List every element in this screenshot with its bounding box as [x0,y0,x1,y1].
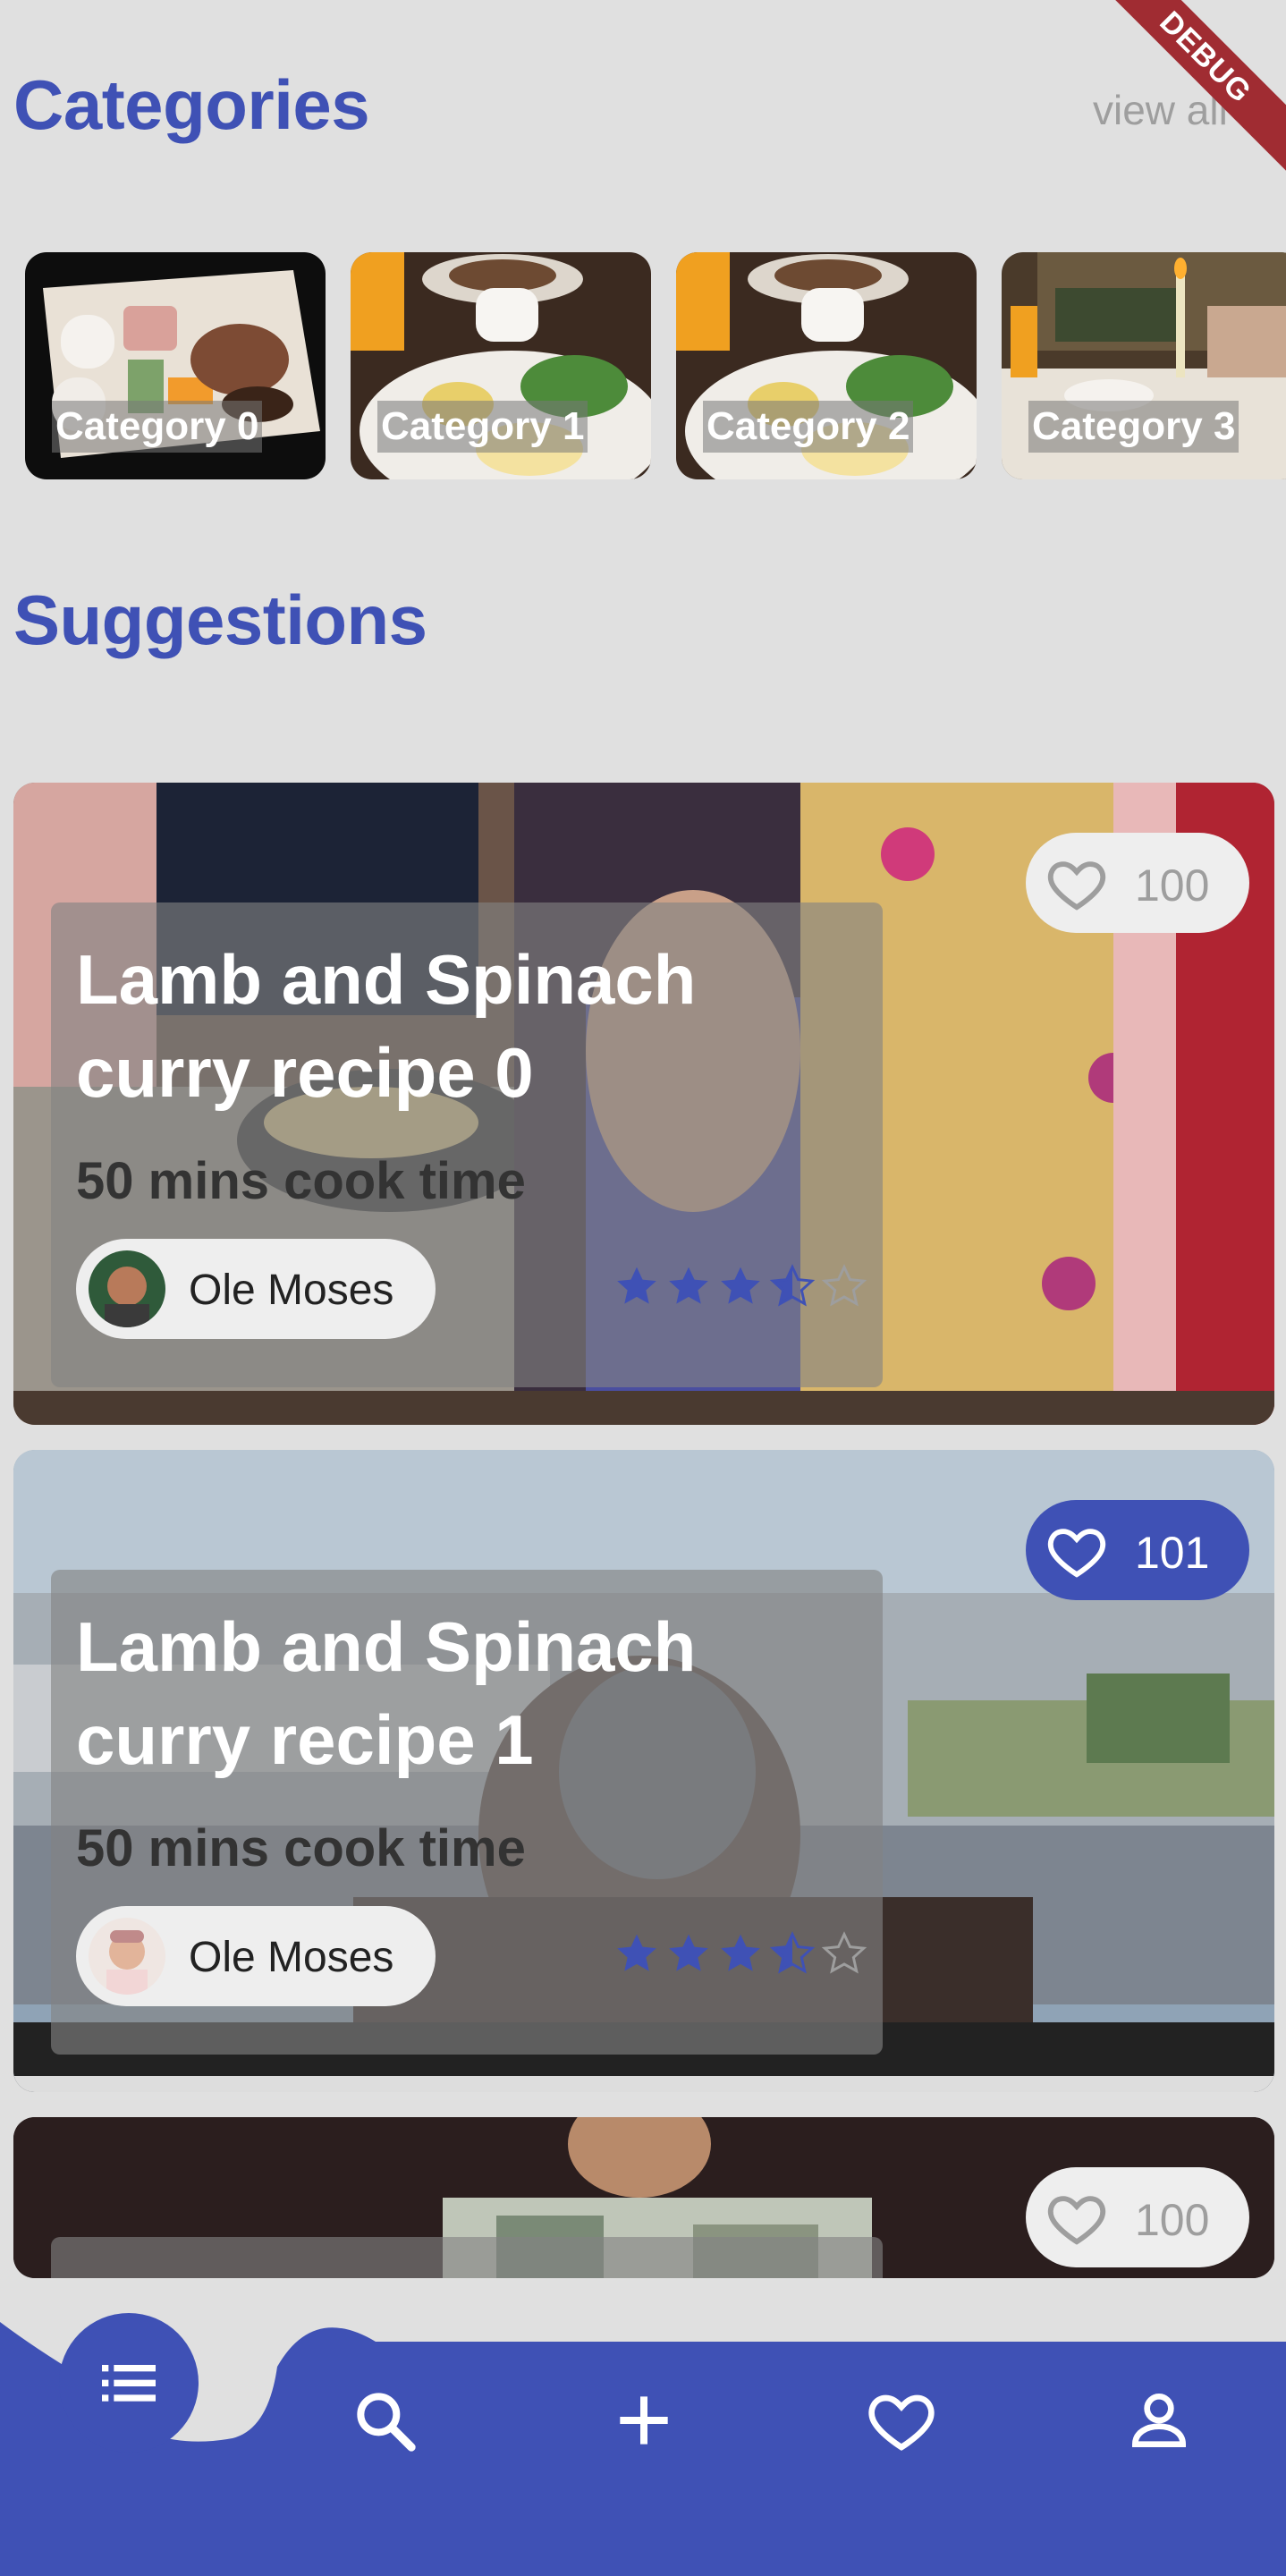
like-count: 100 [1135,2195,1210,2245]
star-half-icon [769,1264,816,1307]
category-label: Category 0 [52,401,263,453]
heart-outline-icon [1047,861,1106,911]
bottom-navigation [0,2277,1286,2576]
author-name: Ole Moses [189,1934,394,1981]
like-button[interactable]: 101 [1026,1500,1249,1600]
avatar-image [89,1250,165,1327]
recipe-title: Lamb and Spinach curry recipe 0 [76,940,697,1112]
category-label: Category 3 [1028,401,1239,453]
recipe-info-panel: Lamb and Spinach curry recipe 0 50 mins … [51,902,883,1387]
category-card[interactable]: Category 3 [1002,252,1286,479]
like-button[interactable]: 100 [1026,833,1249,933]
like-count: 100 [1135,860,1210,911]
nav-list-button[interactable] [59,2313,199,2453]
avatar-image [89,1918,165,1995]
author-chip[interactable]: Ole Moses [76,1239,436,1339]
cook-time: 50 mins cook time [76,1152,526,1210]
category-carousel[interactable]: Category 0 Category 1 Category 2 Categor… [25,252,1286,479]
cook-time: 50 mins cook time [76,1819,526,1877]
heart-icon[interactable] [866,2385,937,2456]
add-icon[interactable] [608,2385,680,2456]
recipe-card[interactable]: 100 Lamb and Spinach curry recipe 0 50 m… [13,783,1274,1425]
recipe-card[interactable]: 101 Lamb and Spinach curry recipe 1 50 m… [13,1450,1274,2092]
star-filled-icon [721,1934,760,1971]
suggestions-title: Suggestions [13,580,427,659]
star-half-icon [769,1931,816,1974]
star-filled-icon [617,1267,656,1304]
recipe-card[interactable]: 100 [13,2117,1274,2278]
avatar [89,1918,165,1995]
view-all-link[interactable]: view all [1093,86,1228,134]
star-filled-icon [721,1267,760,1304]
category-card[interactable]: Category 0 [25,252,326,479]
categories-title: Categories [13,65,370,144]
like-count: 101 [1135,1528,1210,1578]
category-card[interactable]: Category 1 [351,252,651,479]
avatar [89,1250,165,1327]
author-name: Ole Moses [189,1267,394,1314]
search-icon[interactable] [349,2385,420,2456]
star-empty-icon [821,1931,867,1974]
heart-outline-icon [1047,1529,1106,1578]
category-label: Category 1 [377,401,588,453]
author-chip[interactable]: Ole Moses [76,1906,436,2006]
category-label: Category 2 [703,401,914,453]
star-filled-icon [669,1267,708,1304]
star-filled-icon [669,1934,708,1971]
like-button[interactable]: 100 [1026,2167,1249,2267]
recipe-title: Lamb and Spinach curry recipe 1 [76,1607,697,1779]
person-icon[interactable] [1123,2385,1195,2456]
star-filled-icon [617,1934,656,1971]
heart-outline-icon [1047,2196,1106,2245]
recipe-info-panel: Lamb and Spinach curry recipe 1 50 mins … [51,1570,883,2055]
category-card[interactable]: Category 2 [676,252,977,479]
recipe-info-panel [51,2237,883,2278]
star-empty-icon [821,1264,867,1307]
list-icon [102,2365,156,2402]
